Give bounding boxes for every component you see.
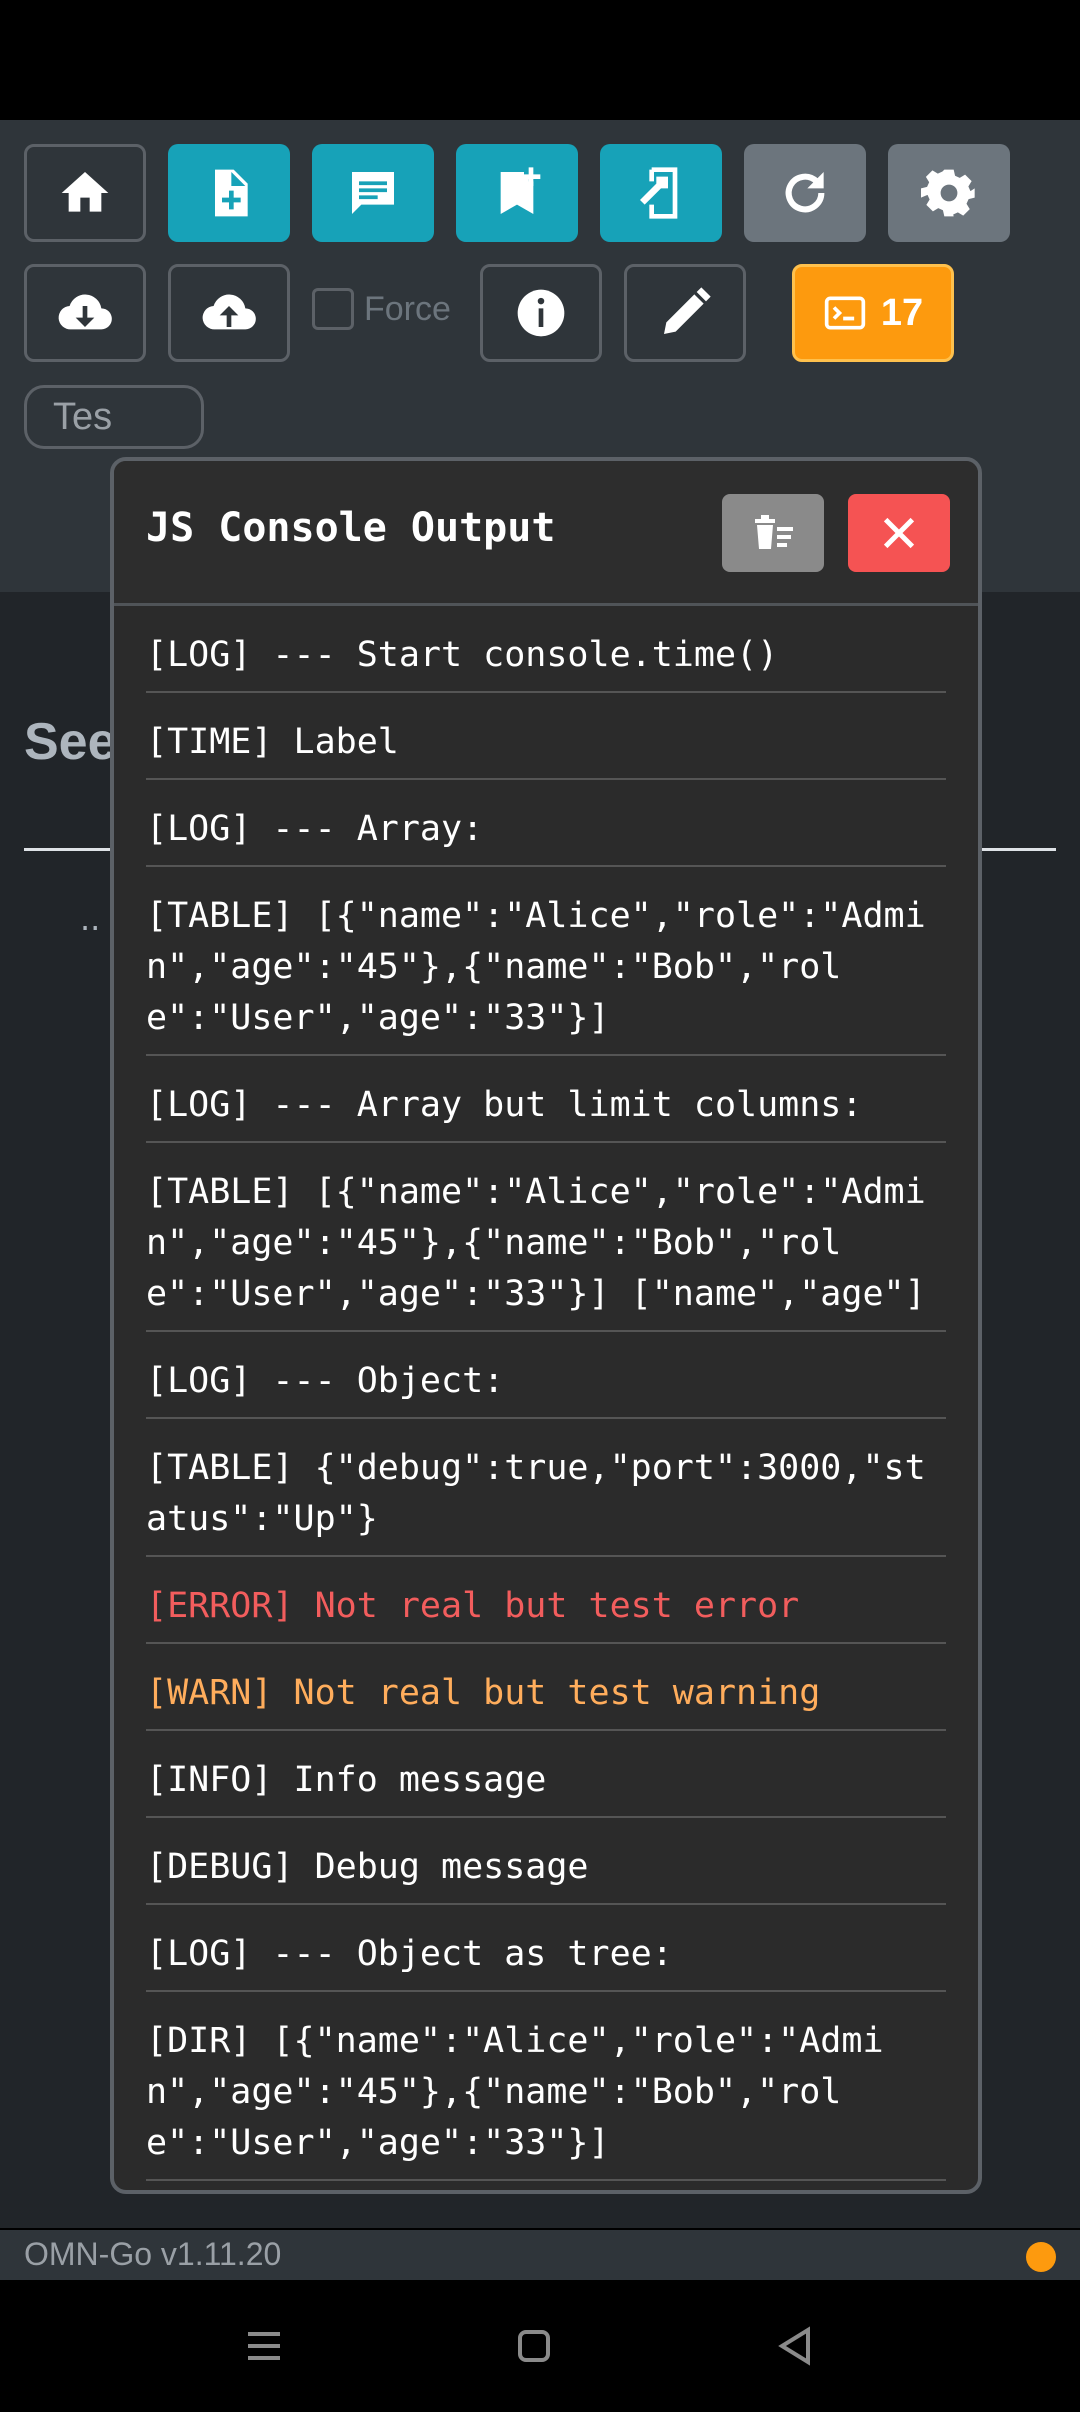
open-device-button[interactable] — [600, 144, 722, 242]
log-entry-table: [TABLE] [{"name":"Alice","role":"Admin",… — [146, 1143, 946, 1332]
footer-bar: OMN-Go v1.11.20 — [0, 2230, 1080, 2280]
log-entry-table: [TABLE] [{"name":"Alice","role":"Admin",… — [146, 867, 946, 1056]
home-nav-button[interactable] — [504, 2316, 564, 2376]
app-version: OMN-Go v1.11.20 — [24, 2236, 282, 2272]
new-file-button[interactable] — [168, 144, 290, 242]
log-entry-time: [TIME] Label — [146, 693, 946, 780]
back-triangle-icon — [778, 2326, 810, 2366]
log-entry-trace: [TRACE] Our First Trace — [146, 2181, 946, 2190]
download-button[interactable] — [24, 264, 146, 362]
search-input[interactable]: Tes — [24, 385, 204, 449]
info-icon — [517, 289, 565, 337]
connection-status-dot — [1026, 2242, 1056, 2272]
log-entry-log: [LOG] --- Start console.time() — [146, 606, 946, 693]
device-arrow-icon — [640, 167, 678, 219]
trash-list-icon — [755, 515, 793, 549]
home-button[interactable] — [24, 144, 146, 242]
close-icon — [883, 517, 915, 549]
refresh-icon — [785, 172, 825, 213]
home-icon — [61, 172, 109, 212]
square-icon — [518, 2330, 550, 2362]
log-entry-table: [TABLE] {"debug":true,"port":3000,"statu… — [146, 1419, 946, 1557]
force-toggle[interactable]: Force — [312, 288, 451, 330]
force-label: Force — [364, 289, 451, 328]
log-entry-log: [LOG] --- Object as tree: — [146, 1905, 946, 1992]
log-entry-debug: [DEBUG] Debug message — [146, 1818, 946, 1905]
log-entry-log: [LOG] --- Array: — [146, 780, 946, 867]
gear-icon — [921, 169, 975, 217]
bookmark-plus-icon — [500, 167, 541, 214]
info-button[interactable] — [480, 264, 602, 362]
recents-button[interactable] — [234, 2316, 294, 2376]
modal-header: JS Console Output — [114, 461, 978, 606]
cloud-download-icon — [58, 294, 112, 330]
close-modal-button[interactable] — [848, 494, 950, 572]
console-count: 17 — [880, 291, 924, 334]
force-checkbox[interactable] — [312, 288, 354, 330]
log-entry-dir: [DIR] [{"name":"Alice","role":"Admin","a… — [146, 1992, 946, 2181]
section-dots: .. — [80, 900, 101, 938]
log-entry-log: [LOG] --- Array but limit columns: — [146, 1056, 946, 1143]
app: Force 17 Tes See .. JS Console Output [L… — [0, 120, 1080, 2280]
comment-icon — [352, 172, 394, 214]
system-nav-bar — [0, 2280, 1080, 2412]
back-nav-button[interactable] — [766, 2316, 826, 2376]
log-entry-warn: [WARN] Not real but test warning — [146, 1644, 946, 1731]
console-modal: JS Console Output [LOG] --- Start consol… — [110, 457, 982, 2194]
log-entry-error: [ERROR] Not real but test error — [146, 1557, 946, 1644]
refresh-button[interactable] — [744, 144, 866, 242]
log-entry-log: [LOG] --- Object: — [146, 1332, 946, 1419]
upload-button[interactable] — [168, 264, 290, 362]
clear-console-button[interactable] — [722, 494, 824, 572]
console-button[interactable]: 17 — [792, 264, 954, 362]
modal-title: JS Console Output — [146, 505, 556, 551]
terminal-icon — [824, 296, 866, 330]
file-plus-icon — [215, 169, 248, 217]
settings-button[interactable] — [888, 144, 1010, 242]
menu-icon — [248, 2332, 280, 2360]
pencil-icon — [664, 287, 711, 334]
status-bar — [0, 0, 1080, 120]
section-title: See — [24, 713, 117, 771]
comment-button[interactable] — [312, 144, 434, 242]
cloud-upload-icon — [202, 294, 256, 330]
console-log-list[interactable]: [LOG] --- Start console.time() [TIME] Lab… — [114, 606, 978, 2190]
log-entry-info: [INFO] Info message — [146, 1731, 946, 1818]
edit-button[interactable] — [624, 264, 746, 362]
bookmark-add-button[interactable] — [456, 144, 578, 242]
